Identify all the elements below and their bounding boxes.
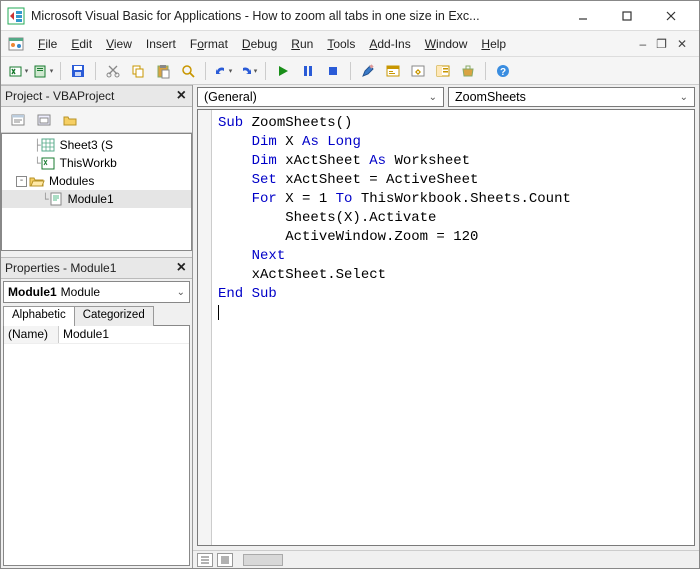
mdi-close-icon[interactable]: ✕ [677,37,687,51]
tree-node-thisworkbook[interactable]: └ ThisWorkb [2,154,191,172]
menu-view[interactable]: View [99,34,139,54]
mdi-restore-icon[interactable]: ❐ [656,37,667,51]
full-module-view-button[interactable] [217,553,233,567]
menu-window[interactable]: Window [418,34,475,54]
procedure-view-button[interactable] [197,553,213,567]
folder-open-icon [29,173,45,189]
menu-insert[interactable]: Insert [139,34,183,54]
title-bar: Microsoft Visual Basic for Applications … [1,1,699,31]
module-icon [48,191,64,207]
project-explorer-button[interactable] [382,60,404,82]
view-object-button[interactable] [33,109,55,131]
properties-header: Properties - Module1 × [1,257,192,279]
menu-format[interactable]: Format [183,34,235,54]
tab-alphabetic[interactable]: Alphabetic [3,306,75,326]
object-browser-button[interactable] [432,60,454,82]
menu-file[interactable]: File [31,34,64,54]
minimize-button[interactable] [561,1,605,30]
menu-help[interactable]: Help [474,34,513,54]
toolbox-button[interactable] [457,60,479,82]
properties-title: Properties - Module1 [5,261,116,275]
tree-node-module1[interactable]: └ Module1 [2,190,191,208]
properties-tabs: Alphabetic Categorized [3,305,190,325]
margin-indicator-bar [198,110,212,545]
code-editor[interactable]: Sub ZoomSheets() Dim X As Long Dim xActS… [197,109,695,546]
view-excel-button[interactable] [7,60,29,82]
properties-grid[interactable]: (Name) Module1 [3,325,190,566]
run-button[interactable] [272,60,294,82]
help-button[interactable]: ? [492,60,514,82]
standard-toolbar: ? [1,57,699,85]
project-explorer-close-icon[interactable]: × [175,87,188,105]
project-explorer-toolbar [1,107,192,133]
window-title: Microsoft Visual Basic for Applications … [31,9,561,23]
menu-debug[interactable]: Debug [235,34,284,54]
code-view-switcher [193,550,699,568]
procedure-dropdown[interactable]: ZoomSheets ⌄ [448,87,695,107]
tree-node-modules-folder[interactable]: - Modules [2,172,191,190]
paste-button[interactable] [152,60,174,82]
text-caret [218,305,219,320]
tree-node-sheet3[interactable]: ├ Sheet3 (S [2,136,191,154]
properties-close-icon[interactable]: × [175,259,188,277]
find-button[interactable] [177,60,199,82]
cut-button[interactable] [102,60,124,82]
workbook-icon [40,155,56,171]
view-code-button[interactable] [7,109,29,131]
close-button[interactable] [649,1,693,30]
project-tree[interactable]: ├ Sheet3 (S └ ThisWorkb - Modules └ Modu… [1,133,192,251]
collapse-icon[interactable]: - [16,176,27,187]
object-dropdown[interactable]: (General) ⌄ [197,87,444,107]
code-text[interactable]: Sub ZoomSheets() Dim X As Long Dim xActS… [212,110,694,545]
chevron-down-icon: ⌄ [680,92,688,103]
copy-button[interactable] [127,60,149,82]
chevron-down-icon: ⌄ [429,92,437,103]
property-value[interactable]: Module1 [59,326,189,343]
properties-window-button[interactable] [407,60,429,82]
worksheet-icon [40,137,56,153]
vba-app-icon [7,7,25,25]
project-explorer-title: Project - VBAProject [5,89,114,103]
properties-body: Module1 Module ⌄ Alphabetic Categorized … [1,279,192,568]
left-panels: Project - VBAProject × ├ Sheet3 (S └ Thi… [1,85,193,568]
menu-addins[interactable]: Add-Ins [362,34,417,54]
break-button[interactable] [297,60,319,82]
property-key: (Name) [4,326,59,343]
svg-text:?: ? [500,67,506,78]
chevron-down-icon: ⌄ [177,287,185,298]
maximize-button[interactable] [605,1,649,30]
reset-button[interactable] [322,60,344,82]
main-area: Project - VBAProject × ├ Sheet3 (S └ Thi… [1,85,699,568]
save-button[interactable] [67,60,89,82]
redo-button[interactable] [237,60,259,82]
horizontal-scrollbar[interactable] [243,554,283,566]
project-explorer-header: Project - VBAProject × [1,85,192,107]
code-pane: (General) ⌄ ZoomSheets ⌄ Sub ZoomSheets(… [193,85,699,568]
toggle-folders-button[interactable] [59,109,81,131]
mdi-child-icon [7,35,25,53]
property-row-name[interactable]: (Name) Module1 [4,326,189,344]
menu-bar: File Edit View Insert Format Debug Run T… [1,31,699,57]
undo-button[interactable] [212,60,234,82]
tab-categorized[interactable]: Categorized [74,306,154,326]
mdi-minimize-icon[interactable]: – [639,37,646,51]
properties-object-combo[interactable]: Module1 Module ⌄ [3,281,190,303]
design-mode-button[interactable] [357,60,379,82]
menu-tools[interactable]: Tools [320,34,362,54]
menu-edit[interactable]: Edit [64,34,99,54]
insert-module-button[interactable] [32,60,54,82]
menu-run[interactable]: Run [284,34,320,54]
